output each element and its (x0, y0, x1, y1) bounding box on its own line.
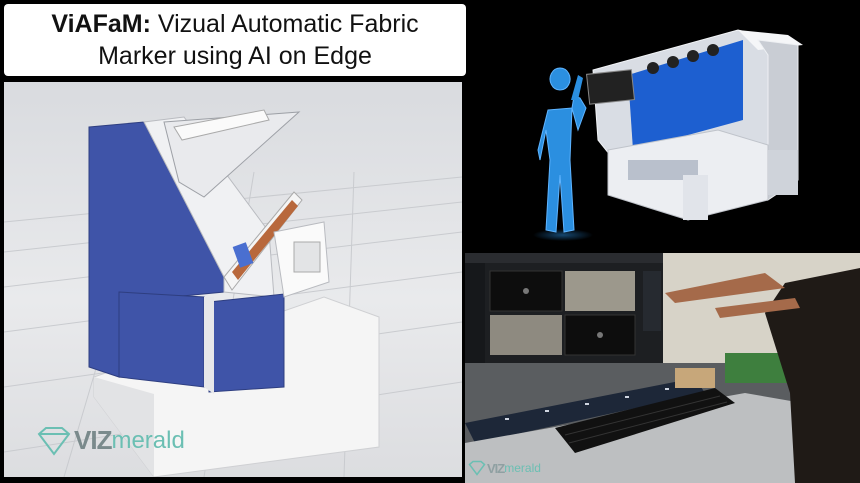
logo-text-viz: VIZ (74, 425, 112, 455)
title-line-1-text: Vizual Automatic Fabric (150, 10, 419, 38)
logo-text-merald: merald (111, 426, 185, 454)
title-line-1: ViAFaM: Vizual Automatic Fabric (51, 8, 418, 40)
title-line-2: Marker using AI on Edge (98, 42, 372, 70)
title-acronym: ViAFaM: (51, 10, 151, 38)
diamond-icon-small (468, 460, 486, 476)
logo-text-merald-small: merald (504, 461, 541, 475)
machine-3d-render: VIZ merald (4, 82, 462, 477)
title-banner: ViAFaM: Vizual Automatic Fabric Marker u… (4, 4, 466, 76)
machine-render-with-operator (468, 0, 860, 250)
vizmerald-logo-bottom: VIZ merald (467, 460, 541, 476)
demo-photo-illustration (465, 253, 860, 483)
logo-text-viz-small: VIZ (487, 460, 505, 476)
vizmerald-logo-left: VIZ merald (34, 425, 185, 456)
machine-3d-illustration (4, 109, 462, 477)
machine-operator-illustration (533, 29, 803, 241)
diamond-icon (37, 426, 71, 456)
demo-setup-photo: VIZ merald (465, 253, 860, 483)
